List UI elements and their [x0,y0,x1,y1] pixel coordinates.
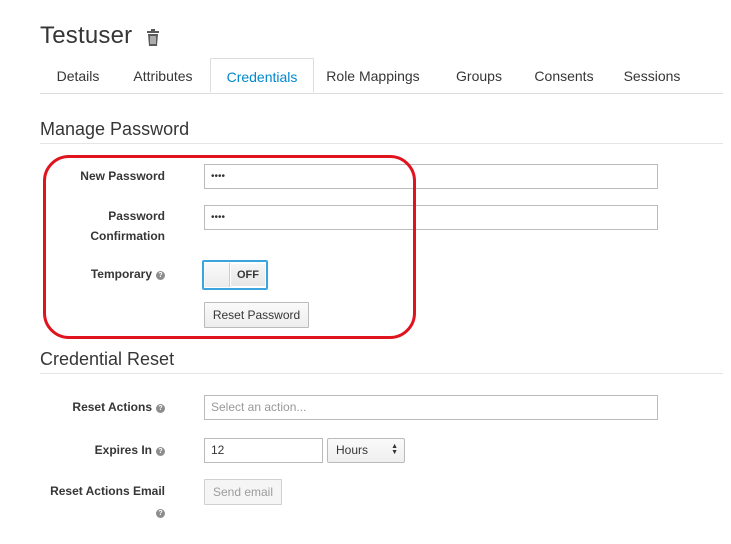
send-email-button: Send email [204,479,282,505]
expires-in-label-row: Expires In? [40,440,165,460]
tab-role-mappings[interactable]: Role Mappings [314,58,432,93]
temporary-toggle[interactable]: OFF [202,260,268,290]
password-confirmation-label-line2: Confirmation [90,229,165,243]
trash-icon[interactable] [146,29,160,46]
select-arrows-icon: ▲ ▼ [391,443,398,456]
reset-actions-placeholder: Select an action... [211,400,307,414]
page-title: Testuser [40,22,133,49]
new-password-input[interactable]: •••• [204,164,658,189]
expires-in-label: Expires In [94,443,152,457]
tab-groups[interactable]: Groups [432,58,526,93]
tab-attributes[interactable]: Attributes [116,58,210,93]
help-icon[interactable]: ? [156,271,165,280]
reset-actions-select[interactable]: Select an action... [204,395,658,420]
temporary-label: Temporary [90,267,152,281]
password-confirmation-label: Password Confirmation [40,206,165,246]
tab-bar: Details Attributes Credentials Role Mapp… [40,58,723,94]
manage-password-heading: Manage Password [40,119,190,139]
help-icon[interactable]: ? [156,447,165,456]
toggle-knob [205,263,230,287]
password-confirmation-input[interactable]: •••• [204,205,658,230]
toggle-state: OFF [231,264,265,286]
reset-actions-label-row: Reset Actions? [40,397,165,417]
reset-actions-email-label: Reset Actions Email [50,484,165,498]
reset-actions-label: Reset Actions [72,400,152,414]
tab-consents[interactable]: Consents [526,58,602,93]
expires-in-input[interactable]: 12 [204,438,323,463]
temporary-label-row: Temporary? [40,264,165,284]
tab-sessions[interactable]: Sessions [602,58,702,93]
expires-unit-value: Hours [336,443,369,457]
section-divider [40,373,723,374]
reset-actions-email-label-row: Reset Actions Email ? [40,481,165,522]
new-password-label: New Password [80,169,165,183]
expires-unit-select[interactable]: Hours ▲ ▼ [327,438,405,463]
section-divider [40,143,723,144]
reset-password-button[interactable]: Reset Password [204,302,309,328]
password-confirmation-label-line1: Password [108,209,165,223]
tab-details[interactable]: Details [40,58,116,93]
help-icon[interactable]: ? [156,404,165,413]
help-icon[interactable]: ? [156,509,165,518]
credential-reset-heading: Credential Reset [40,349,175,369]
tab-credentials[interactable]: Credentials [210,58,314,93]
